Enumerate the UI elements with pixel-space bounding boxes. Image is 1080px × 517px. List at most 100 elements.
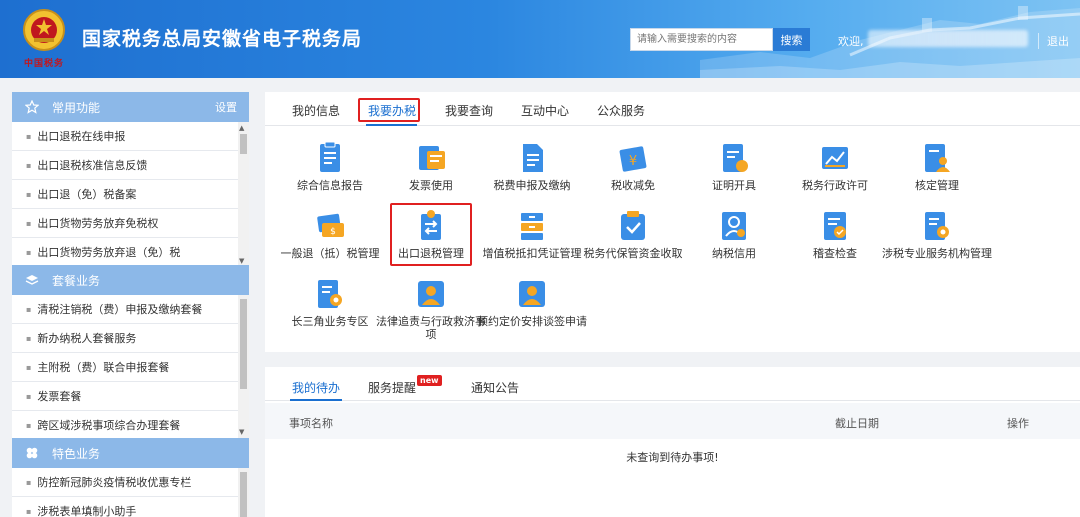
settings-link[interactable]: 设置 xyxy=(215,99,237,115)
tax-reduction-icon: ¥ xyxy=(617,142,649,174)
service-label: 税务行政许可 xyxy=(802,179,868,192)
list-item[interactable]: 主附税（费）联合申报套餐 xyxy=(12,353,238,382)
service-label: 一般退（抵）税管理 xyxy=(280,247,380,260)
logout-link[interactable]: 退出 xyxy=(1038,33,1069,49)
list-item[interactable]: 出口货物劳务放弃免税权 xyxy=(12,209,238,238)
legal-person-icon xyxy=(415,278,447,310)
svg-text:¥: ¥ xyxy=(629,154,637,169)
credit-icon xyxy=(718,210,750,242)
service-vat-voucher[interactable]: 增值税抵扣凭证管理 xyxy=(477,210,587,260)
username-blurred xyxy=(868,30,1028,47)
service-yangtze-delta[interactable]: 长三角业务专区 xyxy=(275,278,385,328)
service-label: 涉税专业服务机构管理 xyxy=(882,247,992,260)
section-special-header[interactable]: 特色业务 xyxy=(12,438,249,468)
site-title: 国家税务总局安徽省电子税务局 xyxy=(82,28,363,50)
service-label: 税务代保管资金收取 xyxy=(583,247,683,260)
search-input[interactable] xyxy=(630,28,773,51)
service-custody-funds[interactable]: 税务代保管资金收取 xyxy=(578,210,688,260)
service-label: 增值税抵扣凭证管理 xyxy=(482,247,582,260)
todo-panel: 我的待办 服务提醒 new 通知公告 事项名称 截止日期 操作 未查询到待办事项… xyxy=(265,367,1080,517)
empty-message: 未查询到待办事项! xyxy=(626,451,719,464)
list-item[interactable]: 出口货物劳务放弃退（免）税 xyxy=(12,238,238,267)
scrollbar[interactable] xyxy=(238,468,249,517)
list-item[interactable]: 出口退（免）税备案 xyxy=(12,180,238,209)
list-item[interactable]: 防控新冠肺炎疫情税收优惠专栏 xyxy=(12,468,238,497)
tab-service-reminder[interactable]: 服务提醒 xyxy=(368,379,416,396)
clover-icon xyxy=(24,445,40,461)
column-header: 操作 xyxy=(1007,417,1029,430)
service-label: 预约定价安排谈签申请 xyxy=(477,315,587,328)
welcome-text: 欢迎, xyxy=(838,35,864,48)
scroll-thumb[interactable] xyxy=(240,472,247,517)
service-general-refund[interactable]: $ 一般退（抵）税管理 xyxy=(275,210,385,260)
tab-my-info[interactable]: 我的信息 xyxy=(292,102,340,119)
service-label: 核定管理 xyxy=(915,179,959,192)
list-item[interactable]: 涉税表单填制小助手 xyxy=(12,497,238,517)
invoice-icon xyxy=(415,142,447,174)
tab-highlight-box xyxy=(358,98,420,122)
list-item[interactable]: 出口退税在线申报 xyxy=(12,122,238,151)
service-certificate[interactable]: 证明开具 xyxy=(679,142,789,192)
service-assessment[interactable]: 核定管理 xyxy=(882,142,992,192)
service-inspection[interactable]: 稽查检查 xyxy=(780,210,890,260)
tab-my-todo[interactable]: 我的待办 xyxy=(292,379,340,396)
service-label: 综合信息报告 xyxy=(297,179,363,192)
scroll-thumb[interactable] xyxy=(240,134,247,154)
section-special-title: 特色业务 xyxy=(52,446,101,461)
section-packages-header[interactable]: 套餐业务 xyxy=(12,265,249,295)
custody-check-icon xyxy=(617,210,649,242)
sidebar: 常用功能 设置 出口退税在线申报 出口退税核准信息反馈 出口退（免）税备案 出口… xyxy=(12,92,249,517)
tax-declare-icon xyxy=(516,142,548,174)
certificate-icon xyxy=(718,142,750,174)
service-agency-management[interactable]: 涉税专业服务机构管理 xyxy=(882,210,992,260)
list-item[interactable]: 发票套餐 xyxy=(12,382,238,411)
service-label: 出口退税管理 xyxy=(398,247,464,260)
section-packages-title: 套餐业务 xyxy=(52,273,101,288)
list-item[interactable]: 跨区域涉税事项综合办理套餐 xyxy=(12,411,238,438)
vat-voucher-icon xyxy=(516,210,548,242)
new-badge: new xyxy=(417,375,442,386)
header-banner: 中国税务 国家税务总局安徽省电子税务局 搜索 欢迎, 退出 xyxy=(0,0,1080,78)
export-refund-icon xyxy=(415,210,447,242)
appointment-person-icon xyxy=(516,278,548,310)
tab-notices[interactable]: 通知公告 xyxy=(471,379,519,396)
scroll-thumb[interactable] xyxy=(240,299,247,389)
scrollbar[interactable]: ▼ xyxy=(238,295,249,438)
tab-public-service[interactable]: 公众服务 xyxy=(597,102,645,119)
scrollbar[interactable]: ▲ ▼ xyxy=(238,122,249,267)
service-admin-permit[interactable]: 税务行政许可 xyxy=(780,142,890,192)
service-label: 发票使用 xyxy=(409,179,453,192)
service-tax-declare[interactable]: 税费申报及缴纳 xyxy=(477,142,587,192)
list-item[interactable]: 出口退税核准信息反馈 xyxy=(12,151,238,180)
service-pricing-appointment[interactable]: 预约定价安排谈签申请 xyxy=(477,278,587,328)
table-header xyxy=(265,403,1080,439)
service-invoice[interactable]: 发票使用 xyxy=(376,142,486,192)
section-common-title: 常用功能 xyxy=(52,100,101,115)
service-export-refund[interactable]: 出口退税管理 xyxy=(376,210,486,260)
list-item[interactable]: 清税注销税（费）申报及缴纳套餐 xyxy=(12,295,238,324)
column-header: 截止日期 xyxy=(835,417,879,430)
service-label: 税费申报及缴纳 xyxy=(493,179,571,192)
service-label: 纳税信用 xyxy=(712,247,756,260)
tab-query[interactable]: 我要查询 xyxy=(445,102,493,119)
service-tax-credit[interactable]: 纳税信用 xyxy=(679,210,789,260)
tab-interaction[interactable]: 互动中心 xyxy=(521,102,569,119)
list-item[interactable]: 新办纳税人套餐服务 xyxy=(12,324,238,353)
active-tab-underline xyxy=(290,399,342,401)
section-common-header[interactable]: 常用功能 设置 xyxy=(12,92,249,122)
region-gear-icon xyxy=(314,278,346,310)
todo-tabs: 我的待办 服务提醒 new 通知公告 xyxy=(265,367,1080,401)
service-legal-remedy[interactable]: 法律追责与行政救济事项 xyxy=(376,278,486,341)
svg-text:$: $ xyxy=(330,227,336,237)
services-panel: 我的信息 我要办税 我要查询 互动中心 公众服务 综合信息报告 发票使用 税费申… xyxy=(265,92,1080,352)
scroll-up-icon[interactable]: ▲ xyxy=(239,123,244,133)
packages-list: 清税注销税（费）申报及缴纳套餐 新办纳税人套餐服务 主附税（费）联合申报套餐 发… xyxy=(12,295,249,438)
tax-emblem-icon xyxy=(23,9,65,51)
scroll-down-icon[interactable]: ▼ xyxy=(239,427,244,437)
service-label: 长三角业务专区 xyxy=(291,315,369,328)
agency-gear-icon xyxy=(921,210,953,242)
service-comprehensive-report[interactable]: 综合信息报告 xyxy=(275,141,385,192)
money-refund-icon: $ xyxy=(314,210,346,242)
service-tax-reduction[interactable]: ¥ 税收减免 xyxy=(578,142,688,192)
search-button[interactable]: 搜索 xyxy=(773,28,810,51)
